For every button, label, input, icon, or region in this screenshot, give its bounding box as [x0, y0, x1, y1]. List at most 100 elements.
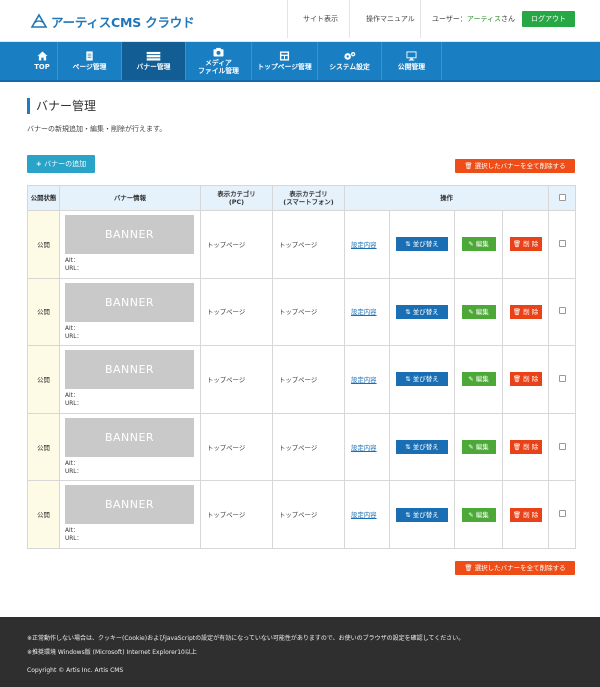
settings-link[interactable]: 設定内容	[351, 308, 377, 316]
banner-info-cell: BANNER Alt： URL：	[59, 412, 201, 482]
sort-button[interactable]: ⇅ 並び替え	[396, 372, 448, 387]
settings-link[interactable]: 設定内容	[351, 376, 377, 384]
delete-cell: 🗑︎ 削 除	[501, 210, 550, 279]
banner-thumbnail[interactable]: BANNER	[65, 485, 194, 525]
delete-button[interactable]: 🗑︎ 削 除	[509, 237, 542, 252]
row-checkbox[interactable]	[558, 510, 566, 518]
trash-icon: 🗑︎	[464, 564, 475, 572]
sort-button[interactable]: ⇅ 並び替え	[396, 304, 448, 319]
edit-cell: ✎ 編集	[454, 210, 503, 279]
delete-button[interactable]: 🗑︎ 削 除	[509, 507, 542, 522]
category-sp-cell: トップページ	[272, 412, 345, 482]
nav-item-publish[interactable]: 公開管理	[382, 42, 442, 80]
nav-item-banners[interactable]: バナー管理	[122, 42, 186, 80]
pencil-icon: ✎	[468, 240, 476, 249]
nav-label: バナー管理	[136, 63, 171, 71]
banner-thumbnail[interactable]: BANNER	[65, 215, 194, 254]
sort-cell: ⇅ 並び替え	[389, 210, 455, 279]
trash-icon: 🗑︎	[512, 375, 524, 384]
delete-label: 削 除	[523, 510, 539, 519]
edit-button[interactable]: ✎ 編集	[461, 237, 496, 252]
delete-cell: 🗑︎ 削 除	[501, 345, 550, 414]
delete-cell: 🗑︎ 削 除	[501, 480, 550, 549]
row-checkbox[interactable]	[558, 442, 566, 450]
header-category-pc: 表示カテゴリ (PC)	[200, 185, 273, 211]
logout-button[interactable]: ログアウト	[522, 11, 575, 27]
sort-button[interactable]: ⇅ 並び替え	[396, 440, 448, 455]
edit-label: 編集	[475, 443, 489, 452]
select-all-checkbox[interactable]	[558, 193, 566, 201]
status-label: 公開	[37, 511, 50, 520]
banner-thumbnail[interactable]: BANNER	[65, 282, 194, 322]
app-logo[interactable]: アーティスCMS クラウド	[30, 11, 195, 31]
sort-label: 並び替え	[412, 240, 439, 249]
banner-thumbnail[interactable]: BANNER	[65, 417, 194, 457]
category-pc: トップページ	[207, 511, 246, 520]
row-checkbox[interactable]	[558, 307, 566, 315]
sort-label: 並び替え	[412, 443, 439, 452]
page-title: バナー管理	[27, 98, 96, 114]
delete-label: 削 除	[523, 307, 539, 316]
edit-button[interactable]: ✎ 編集	[461, 304, 496, 319]
select-cell	[548, 345, 577, 414]
banner-info-cell: BANNER Alt： URL：	[59, 277, 201, 347]
delete-selected-label: 選択したバナーを全て削除する	[474, 162, 566, 170]
row-checkbox[interactable]	[558, 239, 566, 247]
category-pc: トップページ	[207, 443, 246, 452]
edit-label: 編集	[475, 307, 489, 316]
user-name: アーティス	[466, 15, 502, 23]
nav-item-toppage[interactable]: トップページ管理	[252, 42, 318, 80]
edit-label: 編集	[475, 240, 489, 249]
settings-link[interactable]: 設定内容	[351, 241, 377, 249]
delete-selected-button[interactable]: 🗑︎ 選択したバナーを全て削除する	[455, 159, 575, 173]
category-pc: トップページ	[207, 308, 246, 317]
settings-link[interactable]: 設定内容	[351, 444, 377, 452]
category-sp: トップページ	[279, 443, 318, 452]
nav-item-pages[interactable]: ページ管理	[58, 42, 122, 80]
sort-cell: ⇅ 並び替え	[389, 277, 455, 347]
sort-button[interactable]: ⇅ 並び替え	[396, 507, 448, 522]
header-divider	[420, 0, 421, 38]
settings-link[interactable]: 設定内容	[351, 511, 377, 519]
header-category-sp: 表示カテゴリ (スマートフォン)	[272, 185, 345, 211]
site-view-link[interactable]: サイト表示	[303, 14, 338, 24]
manual-link[interactable]: 操作マニュアル	[366, 14, 415, 24]
category-sp: トップページ	[279, 375, 318, 384]
trash-icon: 🗑︎	[512, 307, 524, 316]
row-checkbox[interactable]	[558, 374, 566, 382]
category-sp: トップページ	[279, 511, 318, 520]
header-divider	[349, 0, 350, 38]
settings-cell: 設定内容	[344, 412, 390, 482]
edit-button[interactable]: ✎ 編集	[461, 372, 496, 387]
delete-button[interactable]: 🗑︎ 削 除	[509, 440, 542, 455]
status-label: 公開	[37, 308, 50, 317]
table-row: 公開 BANNER Alt： URL： トップページ トップページ 設定内容 ⇅ 並び替え ✎ …	[27, 412, 577, 482]
category-sp: トップページ	[279, 240, 318, 249]
settings-cell: 設定内容	[344, 480, 390, 549]
main-nav: TOP ページ管理 バナー管理 メディア ファイル管理 トップページ管理 システ…	[0, 42, 600, 82]
edit-button[interactable]: ✎ 編集	[461, 440, 496, 455]
category-sp-cell: トップページ	[272, 277, 345, 347]
nav-item-system[interactable]: システム設定	[318, 42, 382, 80]
nav-label: TOP	[34, 63, 50, 71]
delete-selected-button-bottom[interactable]: 🗑︎ 選択したバナーを全て削除する	[455, 561, 575, 575]
status-cell: 公開	[27, 210, 60, 279]
edit-button[interactable]: ✎ 編集	[461, 507, 496, 522]
category-sp-cell: トップページ	[272, 480, 345, 549]
trash-icon: 🗑︎	[512, 510, 524, 519]
nav-label: メディア ファイル管理	[198, 59, 239, 75]
add-banner-button[interactable]: + バナーの追加	[27, 155, 95, 173]
banner-alt: Alt：	[65, 258, 79, 264]
nav-item-top[interactable]: TOP	[27, 42, 58, 80]
delete-button[interactable]: 🗑︎ 削 除	[509, 372, 542, 387]
banner-thumbnail[interactable]: BANNER	[65, 350, 194, 390]
delete-button[interactable]: 🗑︎ 削 除	[509, 304, 542, 319]
category-pc-cell: トップページ	[200, 480, 273, 549]
nav-item-media[interactable]: メディア ファイル管理	[186, 42, 252, 80]
monitor-icon	[406, 51, 417, 61]
edit-label: 編集	[475, 375, 489, 384]
banner-table: 公開状態 バナー情報 表示カテゴリ (PC) 表示カテゴリ (スマートフォン) …	[27, 185, 577, 549]
logo-mark-icon	[30, 13, 48, 28]
sort-button[interactable]: ⇅ 並び替え	[396, 237, 448, 252]
category-pc: トップページ	[207, 240, 246, 249]
